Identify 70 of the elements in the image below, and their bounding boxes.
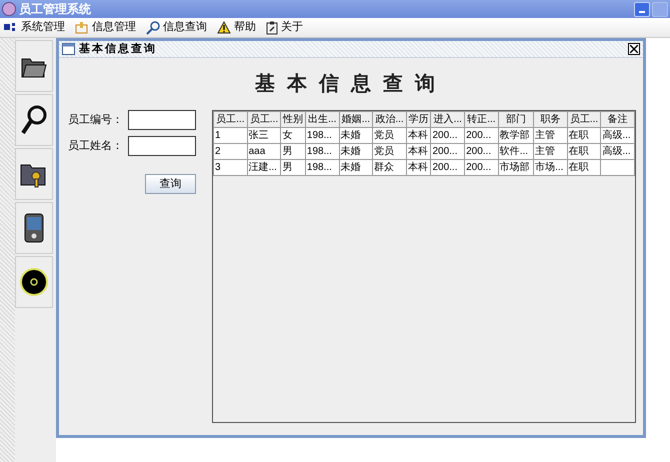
table-cell: 200... — [432, 162, 458, 173]
table-cell: 高级... — [602, 146, 631, 157]
table-cell: 主管 — [535, 130, 556, 141]
table-cell: 女 — [282, 130, 292, 141]
query-button[interactable]: 查询 — [145, 174, 196, 194]
table-cell: 市场部 — [500, 162, 530, 173]
table-cell: aaa — [248, 146, 266, 157]
table-cell: 未婚 — [340, 162, 361, 173]
table-cell: 男 — [282, 146, 292, 157]
field-label: 员工编号： — [68, 112, 124, 128]
menu-item[interactable]: 帮助 — [234, 19, 256, 36]
table-cell: 男 — [282, 162, 292, 173]
table-cell: 党员 — [374, 130, 394, 141]
menu-item[interactable]: 信息管理 — [92, 19, 136, 36]
close-button[interactable] — [628, 43, 640, 55]
menu-item[interactable]: 信息查询 — [163, 19, 207, 36]
toolbar-button[interactable] — [15, 202, 53, 254]
app-icon — [2, 2, 16, 16]
input-field[interactable] — [128, 136, 196, 156]
table-cell: 群众 — [374, 162, 394, 173]
table-cell: 198... — [306, 162, 332, 173]
table-cell: 本科 — [408, 146, 428, 157]
search-icon — [146, 20, 160, 34]
page-heading: 基本信息查询 — [255, 72, 447, 97]
folder-icon — [75, 20, 89, 34]
search-icon — [20, 104, 48, 136]
table-cell: 200... — [466, 130, 492, 141]
table-cell: 200... — [432, 146, 458, 157]
table-cell: 200... — [466, 146, 492, 157]
table-cell: 高级... — [602, 130, 631, 141]
table-cell: 在职 — [568, 146, 589, 157]
table-cell: 1 — [215, 130, 221, 141]
table-cell: 软件... — [500, 146, 528, 157]
table-cell: 2 — [215, 146, 221, 157]
minimize-button[interactable] — [634, 2, 650, 16]
table-cell: 198... — [306, 130, 332, 141]
toolbar-button[interactable] — [15, 256, 53, 308]
menu-item[interactable]: 系统管理 — [21, 19, 65, 36]
table-cell: 本科 — [408, 130, 428, 141]
disc-icon — [19, 267, 49, 297]
frame-title: 基本信息查询 — [79, 42, 157, 57]
table-cell: 在职 — [568, 130, 589, 141]
table-cell: 未婚 — [340, 130, 361, 141]
toolbar-button[interactable] — [15, 94, 53, 146]
clipboard-icon — [266, 20, 278, 34]
menu-item[interactable]: 关于 — [281, 19, 303, 36]
table-cell: 党员 — [374, 146, 394, 157]
window-icon — [4, 22, 18, 32]
table-cell: 主管 — [535, 146, 556, 157]
table-cell: 198... — [306, 146, 332, 157]
table-cell: 200... — [466, 162, 492, 173]
column-header[interactable]: 员工... — [214, 112, 248, 128]
toolbar-button[interactable] — [15, 148, 53, 200]
close-icon — [630, 45, 638, 53]
table-cell: 市场... — [535, 162, 564, 173]
table-cell: 本科 — [408, 162, 428, 173]
toolbar-button[interactable] — [15, 40, 53, 92]
handheld-device-icon — [23, 213, 45, 243]
table-cell: 3 — [215, 162, 221, 173]
input-field[interactable] — [128, 110, 196, 130]
table-cell: 未婚 — [340, 146, 361, 157]
table-cell: 张三 — [248, 130, 269, 141]
table-cell: 200... — [432, 130, 458, 141]
table-cell: 教学部 — [500, 130, 530, 141]
table-cell: 汪建... — [248, 162, 277, 173]
window-icon — [62, 43, 75, 55]
warning-icon — [217, 21, 231, 34]
field-label: 员工姓名： — [68, 138, 124, 154]
table-cell: 在职 — [568, 162, 589, 173]
window-title: 员工管理系统 — [19, 1, 91, 18]
